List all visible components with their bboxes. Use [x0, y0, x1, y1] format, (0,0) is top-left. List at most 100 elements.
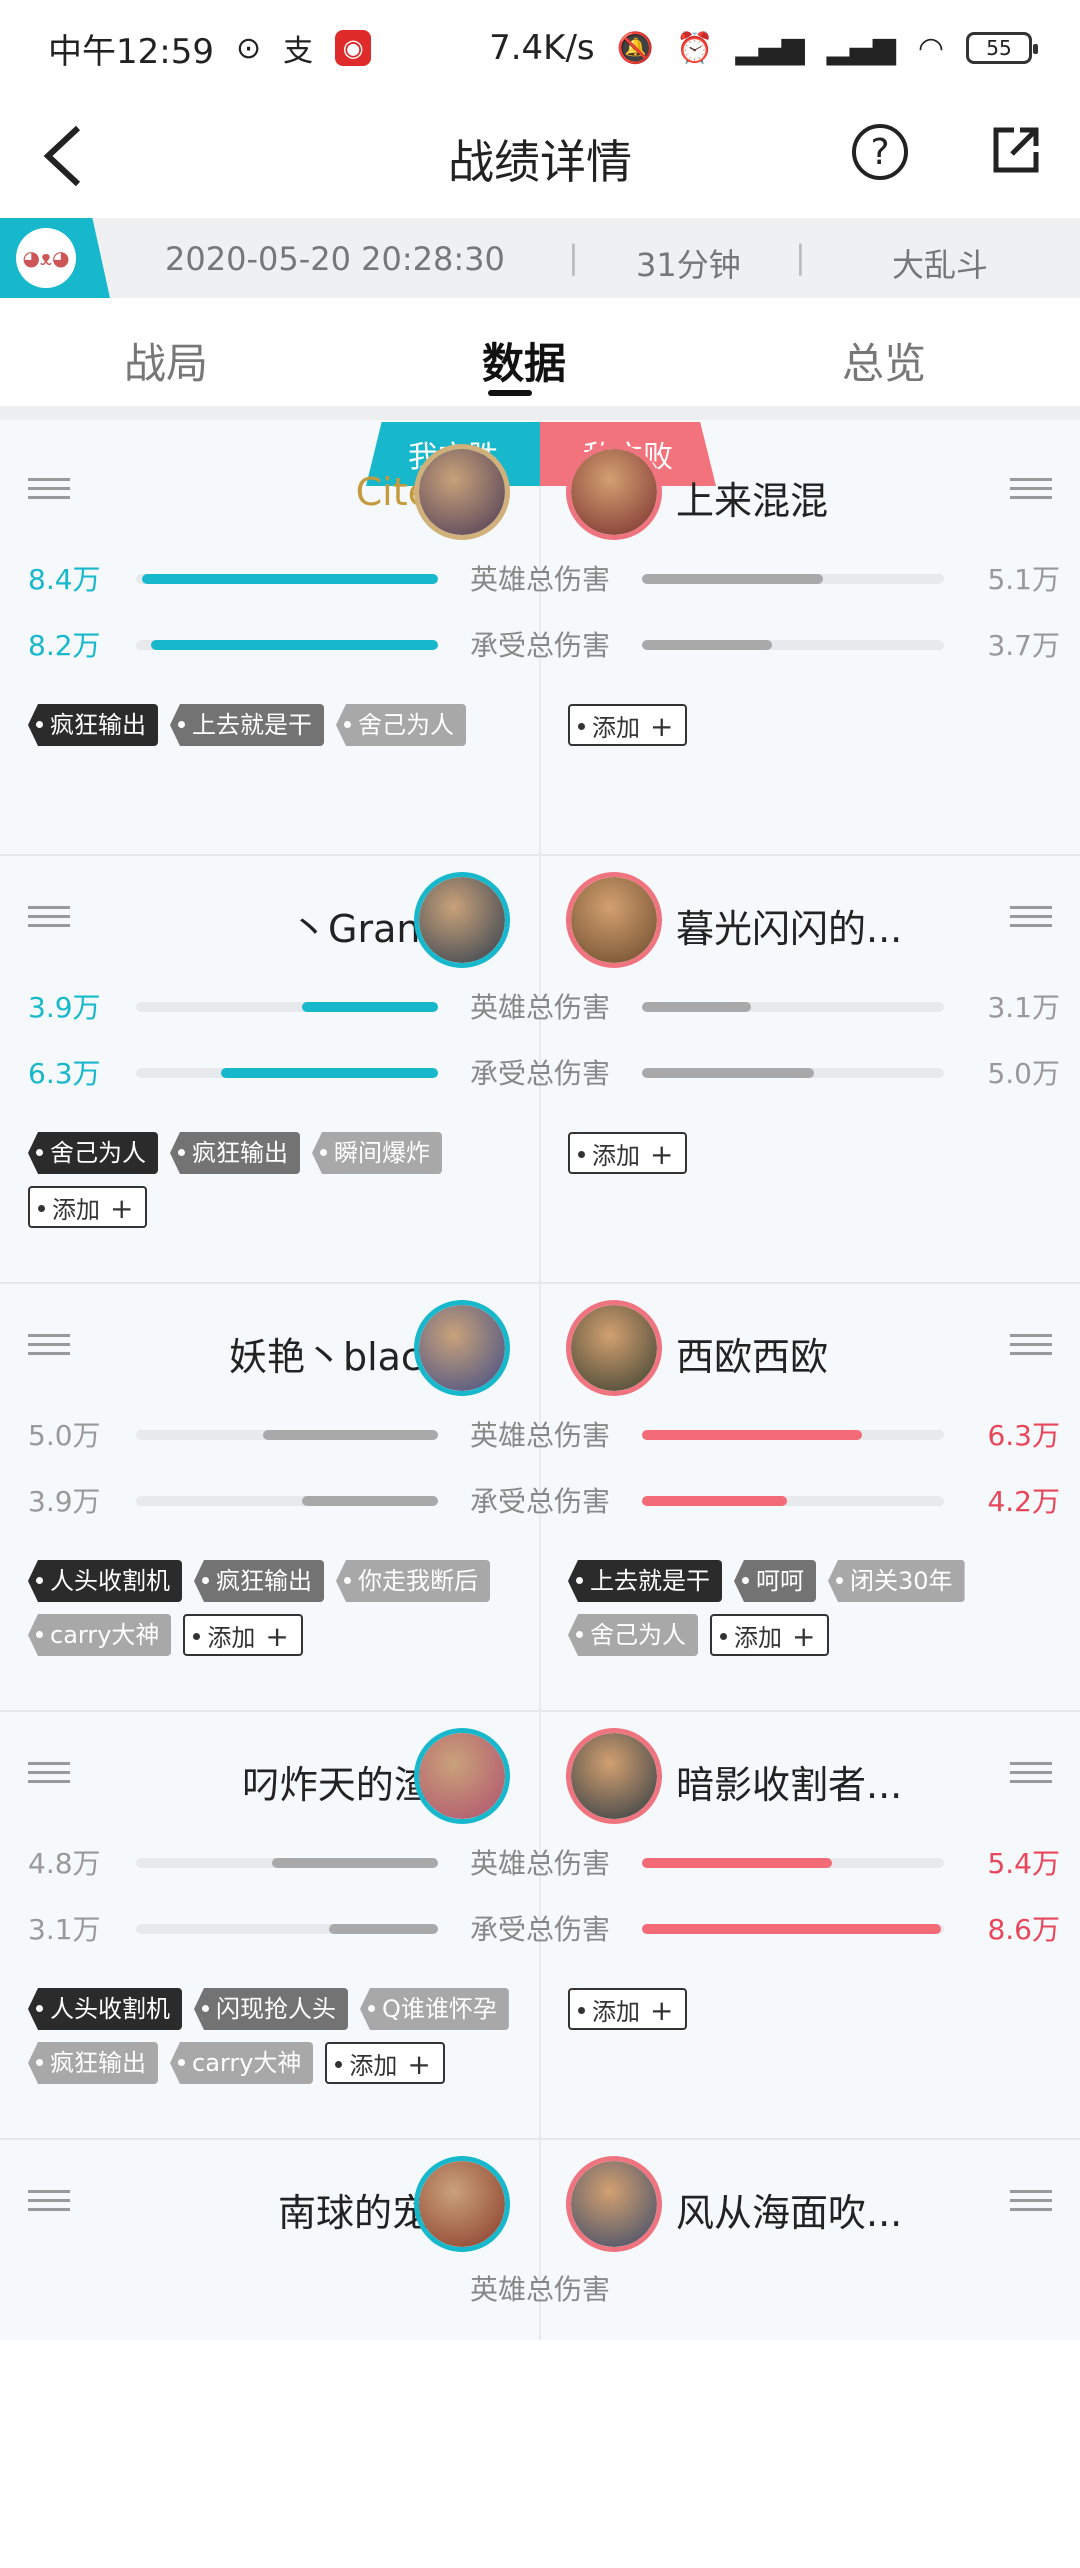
tag-list: 上去就是干 呵呵 闭关30年舍己为人 添加 +	[568, 1560, 1068, 1656]
tab-bar: 战局 数据 总览	[0, 300, 1080, 406]
player-tag[interactable]: 上去就是干	[170, 704, 324, 746]
player-tag[interactable]: 舍己为人	[336, 704, 466, 746]
champion-portrait	[571, 1733, 657, 1819]
stat-label: 承受总伤害	[469, 629, 610, 662]
player-tag[interactable]: 舍己为人	[568, 1614, 698, 1656]
stat-label: 承受总伤害	[469, 1057, 610, 1090]
player-tag[interactable]: 闪现抢人头	[194, 1988, 348, 2030]
player-tag[interactable]: 你走我断后	[336, 1560, 490, 1602]
player-tag[interactable]: 舍己为人	[28, 1132, 158, 1174]
add-tag-label: 添加	[592, 1998, 640, 2026]
player-name-right[interactable]: 上来混混	[676, 470, 828, 525]
champion-portrait	[419, 449, 505, 535]
stat-value-left: 8.2万	[28, 629, 101, 662]
drag-handle-icon[interactable]	[28, 1334, 70, 1358]
add-tag-button[interactable]: 添加 +	[28, 1186, 148, 1228]
drag-handle-icon[interactable]	[28, 2190, 70, 2214]
player-tag[interactable]: 人头收割机	[28, 1560, 182, 1602]
player-name-right[interactable]: 暮光闪闪的...	[676, 898, 902, 953]
stat-bar-fill	[262, 1430, 438, 1440]
tab-data[interactable]: 数据	[482, 330, 566, 391]
player-name-right[interactable]: 暗影收割者...	[676, 1754, 902, 1809]
champion-portrait	[419, 1733, 505, 1819]
add-tag-label: 添加	[349, 2052, 398, 2080]
tab-overview[interactable]: 总览	[842, 330, 926, 391]
drag-handle-icon[interactable]	[1010, 1762, 1052, 1786]
mute-icon: 🔕	[616, 30, 655, 66]
player-avatar-right[interactable]	[566, 2156, 662, 2252]
player-tag[interactable]: 疯狂输出	[170, 1132, 300, 1174]
player-avatar-right[interactable]	[566, 444, 662, 540]
poro-icon: ◕ᴥ◕	[16, 228, 76, 288]
stat-bar-fill	[642, 574, 824, 584]
plus-icon: +	[650, 710, 674, 743]
drag-handle-icon[interactable]	[1010, 906, 1052, 930]
stat-value-left: 3.9万	[28, 1485, 101, 1518]
add-tag-label: 添加	[592, 714, 640, 742]
player-tag[interactable]: 疯狂输出	[194, 1560, 324, 1602]
stat-bar-fill	[642, 1858, 833, 1868]
player-tag[interactable]: 呵呵	[734, 1560, 816, 1602]
player-name-right[interactable]: 风从海面吹...	[676, 2182, 902, 2237]
match-mode: 大乱斗	[892, 246, 989, 284]
player-tag[interactable]: carry大神	[28, 1614, 172, 1656]
player-avatar-left[interactable]	[414, 872, 510, 968]
player-tag[interactable]: 人头收割机	[28, 1988, 182, 2030]
drag-handle-icon[interactable]	[28, 906, 70, 930]
tag-list: 人头收割机 闪现抢人头 Q谁谁怀孕疯狂输出 carry大神 添加 +	[28, 1988, 528, 2084]
share-icon[interactable]	[990, 124, 1042, 176]
divider: |	[568, 238, 579, 276]
page-title: 战绩详情	[448, 135, 632, 189]
champion-portrait	[419, 2161, 505, 2247]
stat-bar-fill	[642, 1496, 787, 1506]
add-tag-button[interactable]: 添加 +	[710, 1614, 830, 1656]
help-icon[interactable]: ?	[852, 124, 908, 180]
add-tag-button[interactable]: 添加 +	[183, 1614, 303, 1656]
stat-value-left: 8.4万	[28, 563, 101, 596]
add-tag-button[interactable]: 添加 +	[325, 2042, 445, 2084]
network-speed: 7.4K/s	[489, 28, 595, 68]
add-tag-button[interactable]: 添加 +	[568, 704, 688, 746]
stat-value-left: 3.1万	[28, 1913, 101, 1946]
tag-list: 人头收割机 疯狂输出 你走我断后 carry大神 添加 +	[28, 1560, 528, 1656]
tag-list: 添加 +	[568, 1132, 1068, 1174]
player-avatar-left[interactable]	[414, 1300, 510, 1396]
alarm-icon: ⏰	[676, 30, 714, 66]
stat-bar-right	[642, 1924, 944, 1934]
player-avatar-left[interactable]	[414, 1728, 510, 1824]
stat-value-right: 6.3万	[987, 1419, 1060, 1452]
plus-icon: +	[110, 1192, 134, 1225]
player-avatar-left[interactable]	[414, 2156, 510, 2252]
drag-handle-icon[interactable]	[1010, 1334, 1052, 1358]
player-name-right[interactable]: 西欧西欧	[676, 1326, 828, 1381]
stat-bar-left	[136, 1002, 438, 1012]
player-avatar-right[interactable]	[566, 1728, 662, 1824]
stat-label: 英雄总伤害	[469, 1419, 610, 1452]
drag-handle-icon[interactable]	[1010, 2190, 1052, 2214]
stat-bar-left	[136, 640, 438, 650]
stat-bar-right	[642, 574, 944, 584]
player-tag[interactable]: 疯狂输出	[28, 704, 158, 746]
stat-label: 承受总伤害	[469, 1485, 610, 1518]
tag-list: 疯狂输出 上去就是干 舍己为人	[28, 704, 528, 746]
drag-handle-icon[interactable]	[28, 1762, 70, 1786]
player-avatar-left[interactable]	[414, 444, 510, 540]
player-tag[interactable]: carry大神	[170, 2042, 314, 2084]
player-tag[interactable]: Q谁谁怀孕	[360, 1988, 509, 2030]
player-tag[interactable]: 疯狂输出	[28, 2042, 158, 2084]
tab-battle[interactable]: 战局	[124, 330, 208, 391]
drag-handle-icon[interactable]	[28, 478, 70, 502]
tag-list: 添加 +	[568, 704, 1068, 746]
player-avatar-right[interactable]	[566, 872, 662, 968]
player-avatar-right[interactable]	[566, 1300, 662, 1396]
player-tag[interactable]: 闭关30年	[828, 1560, 965, 1602]
plus-icon: +	[407, 2048, 431, 2081]
player-tag[interactable]: 瞬间爆炸	[312, 1132, 442, 1174]
player-tag[interactable]: 上去就是干	[568, 1560, 722, 1602]
signal2-icon: ▂▄▆	[826, 30, 896, 66]
add-tag-button[interactable]: 添加 +	[568, 1988, 688, 2030]
matchup-row: 南球的宠物 风从海面吹...	[0, 2140, 1080, 2568]
drag-handle-icon[interactable]	[1010, 478, 1052, 502]
add-tag-button[interactable]: 添加 +	[568, 1132, 688, 1174]
mode-badge: ◕ᴥ◕	[0, 218, 110, 298]
